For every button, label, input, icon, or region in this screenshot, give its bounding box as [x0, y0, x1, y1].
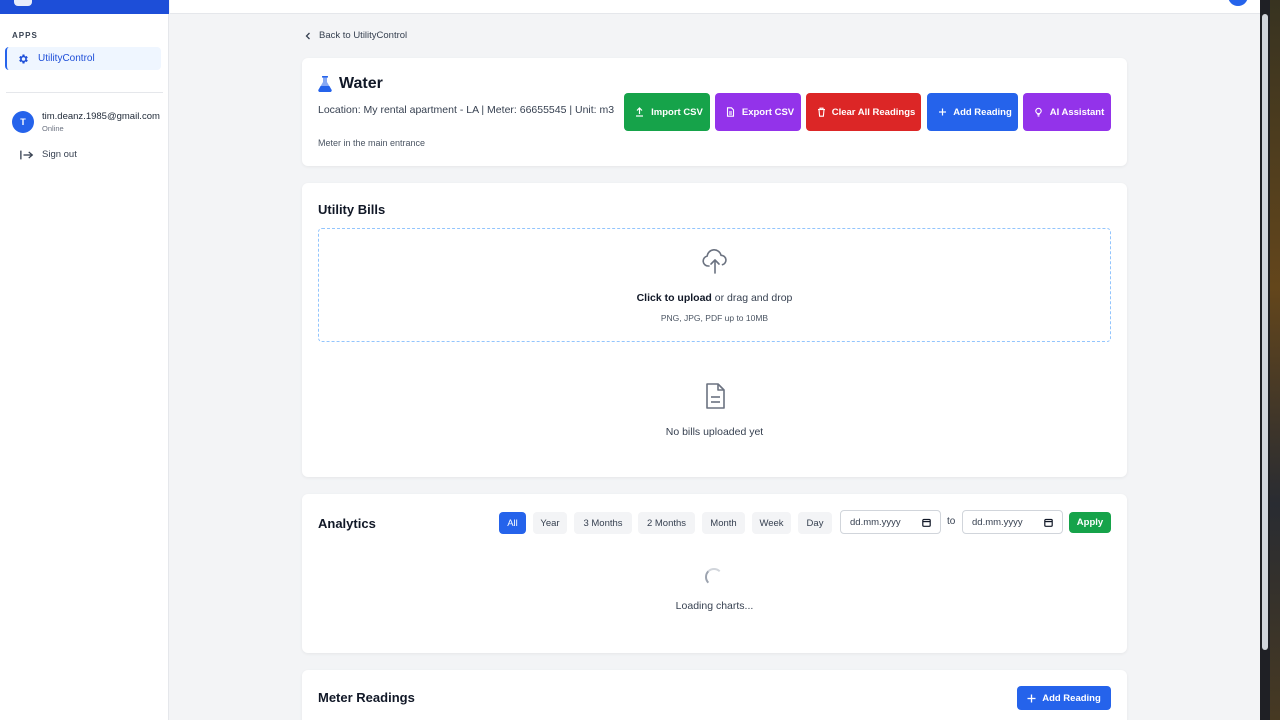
apply-date-range-button[interactable]: Apply [1069, 512, 1111, 533]
desktop-background [1270, 0, 1280, 720]
page-title: Water [339, 75, 383, 92]
range-year-button[interactable]: Year [533, 512, 567, 534]
meter-meta: Location: My rental apartment - LA | Met… [318, 104, 615, 116]
user-status: Online [42, 124, 64, 133]
meter-header-card: Water Location: My rental apartment - LA… [302, 58, 1127, 166]
lightbulb-icon [1034, 107, 1043, 117]
plus-icon [1027, 694, 1036, 703]
cloud-upload-icon [701, 247, 729, 275]
range-week-button[interactable]: Week [752, 512, 791, 534]
upload-icon [635, 107, 644, 117]
range-all-button[interactable]: All [499, 512, 526, 534]
date-from-input[interactable]: dd.mm.yyyy [840, 510, 941, 534]
sign-out-button[interactable]: Sign out [20, 148, 77, 160]
add-reading-label: Add Reading [953, 106, 1012, 118]
date-from-placeholder: dd.mm.yyyy [850, 516, 901, 528]
upload-link[interactable]: Click to upload [637, 292, 712, 304]
date-to-placeholder: dd.mm.yyyy [972, 516, 1023, 528]
gear-icon [17, 53, 29, 65]
sidebar-brand-bar [0, 0, 169, 14]
meter-readings-title: Meter Readings [318, 690, 415, 705]
window-edge [1260, 0, 1280, 720]
back-link-label: Back to UtilityControl [319, 30, 408, 41]
upload-instruction-rest: or drag and drop [711, 292, 793, 304]
add-reading-button[interactable]: Add Reading [927, 93, 1018, 131]
ai-assistant-button[interactable]: AI Assistant [1023, 93, 1111, 131]
range-2-months-button[interactable]: 2 Months [638, 512, 695, 534]
app-logo [14, 0, 32, 6]
file-icon [726, 107, 735, 117]
utility-bills-title: Utility Bills [318, 202, 386, 217]
meter-note: Meter in the main entrance [318, 138, 426, 148]
date-range-to-label: to [947, 516, 956, 527]
range-month-button[interactable]: Month [702, 512, 745, 534]
meter-readings-card: Meter Readings Add Reading [302, 670, 1127, 720]
bills-empty-state: No bills uploaded yet [665, 426, 764, 438]
export-csv-button[interactable]: Export CSV [715, 93, 801, 131]
sign-out-label: Sign out [42, 148, 77, 160]
flask-icon [318, 76, 332, 93]
back-link[interactable]: Back to UtilityControl [303, 30, 407, 41]
sidebar-item-utilitycontrol[interactable]: UtilityControl [5, 47, 161, 70]
avatar: T [12, 111, 34, 133]
ai-assistant-label: AI Assistant [1049, 106, 1105, 118]
clear-all-readings-label: Clear All Readings [831, 106, 916, 118]
range-3-months-button[interactable]: 3 Months [574, 512, 632, 534]
upload-hint: PNG, JPG, PDF up to 10MB [660, 313, 769, 323]
analytics-card: Analytics All Year 3 Months 2 Months Mon… [302, 494, 1127, 653]
sidebar-item-label: UtilityControl [38, 53, 95, 64]
sign-out-icon [20, 148, 34, 160]
charts-loading-text: Loading charts... [675, 600, 754, 612]
page-title-row: Water [318, 75, 383, 93]
sidebar: APPS UtilityControl T tim.deanz.1985@gma… [0, 0, 169, 720]
user-profile: T tim.deanz.1985@gmail.com Online [12, 110, 169, 134]
trash-icon [817, 107, 826, 117]
user-email: tim.deanz.1985@gmail.com [42, 111, 160, 122]
add-reading-secondary-label: Add Reading [1042, 692, 1101, 704]
clear-all-readings-button[interactable]: Clear All Readings [806, 93, 921, 131]
apps-section-label: APPS [12, 31, 38, 40]
date-to-input[interactable]: dd.mm.yyyy [962, 510, 1063, 534]
plus-icon [938, 107, 947, 117]
analytics-title: Analytics [318, 516, 376, 531]
document-icon [702, 382, 728, 410]
import-csv-button[interactable]: Import CSV [624, 93, 710, 131]
import-csv-label: Import CSV [651, 106, 703, 118]
loading-spinner-icon [705, 568, 723, 586]
sidebar-divider [6, 92, 163, 93]
chevron-left-icon [303, 31, 313, 41]
top-header [170, 0, 1260, 14]
bill-upload-dropzone[interactable]: Click to upload or drag and drop PNG, JP… [318, 228, 1111, 342]
add-reading-button-secondary[interactable]: Add Reading [1017, 686, 1111, 710]
export-csv-label: Export CSV [741, 106, 795, 118]
range-day-button[interactable]: Day [798, 512, 832, 534]
utility-bills-card: Utility Bills Click to upload or drag an… [302, 183, 1127, 477]
calendar-icon[interactable] [922, 518, 931, 527]
scrollbar[interactable] [1262, 14, 1268, 650]
calendar-icon[interactable] [1044, 518, 1053, 527]
upload-instruction: Click to upload or drag and drop [319, 292, 1110, 304]
